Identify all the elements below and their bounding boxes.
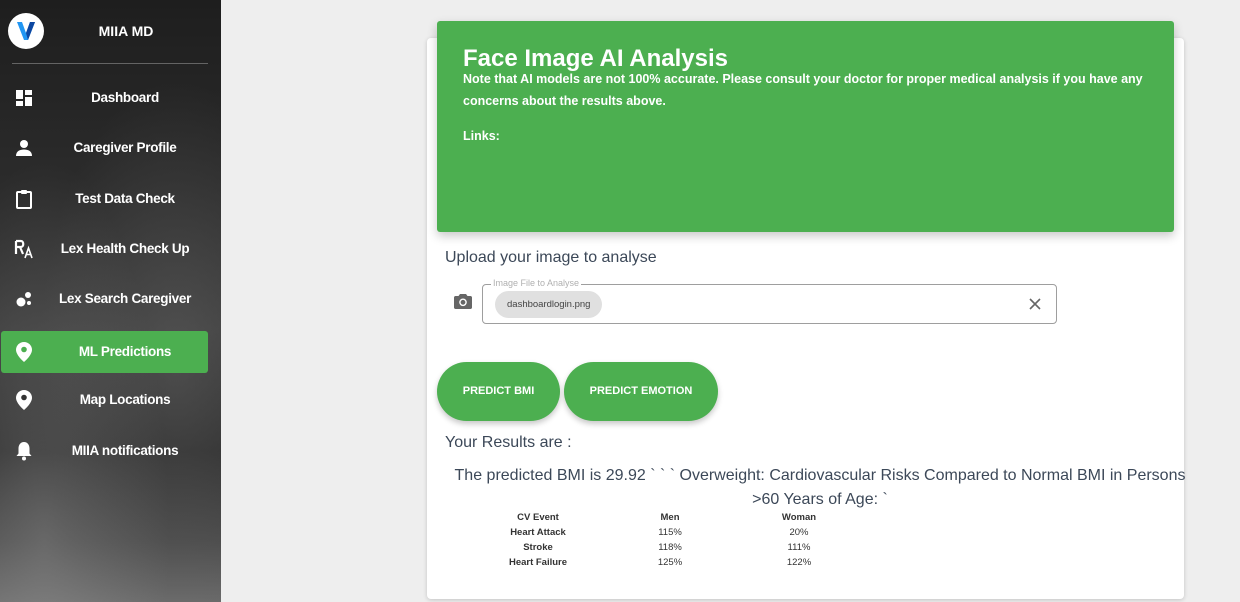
- file-field-label: Image File to Analyse: [491, 278, 582, 288]
- sidebar-item-lex-search-caregiver[interactable]: Lex Search Caregiver: [1, 278, 208, 320]
- sidebar-item-label: Dashboard: [91, 90, 159, 105]
- location-pin-icon: [13, 390, 35, 410]
- table-cell: 122%: [786, 557, 812, 568]
- table-cell: 20%: [789, 527, 809, 538]
- bell-icon: [13, 441, 35, 461]
- logo[interactable]: [8, 13, 44, 49]
- person-icon: [13, 138, 35, 158]
- sidebar: MIIA MD Dashboard Caregiver Profile Test…: [0, 0, 221, 602]
- disclaimer-text: Note that AI models are not 100% accurat…: [463, 72, 1143, 108]
- sidebar-item-caregiver-profile[interactable]: Caregiver Profile: [1, 127, 208, 169]
- results-title: Your Results are :: [445, 434, 572, 451]
- sidebar-item-label: ML Predictions: [78, 344, 172, 359]
- table-cell: Heart Attack: [510, 527, 566, 538]
- table-cell: 118%: [658, 542, 682, 553]
- sidebar-item-label: Test Data Check: [75, 191, 175, 206]
- clipboard-icon: [13, 189, 35, 209]
- links-label: Links:: [463, 129, 500, 143]
- location-pin-icon: [13, 342, 35, 362]
- sidebar-item-ml-predictions[interactable]: ML Predictions: [1, 331, 208, 373]
- bubble-chart-icon: [13, 289, 35, 309]
- brand-divider: [12, 63, 208, 64]
- sidebar-item-map-locations[interactable]: Map Locations: [1, 379, 208, 421]
- close-icon[interactable]: [1028, 297, 1042, 311]
- column-header: CV Event: [517, 512, 559, 523]
- dashboard-icon: [13, 88, 35, 108]
- sidebar-item-dashboard[interactable]: Dashboard: [1, 77, 208, 119]
- v-logo-icon: [17, 22, 35, 40]
- table-row: Heart Failure 125% 122%: [490, 555, 824, 570]
- table-cell: Heart Failure: [508, 557, 568, 568]
- sidebar-item-miia-notifications[interactable]: MIIA notifications: [1, 430, 208, 472]
- sidebar-item-label: Lex Health Check Up: [60, 241, 190, 256]
- table-cell: Stroke: [523, 542, 553, 553]
- sidebar-item-label: Lex Search Caregiver: [58, 291, 192, 306]
- brand-name[interactable]: MIIA MD: [60, 23, 192, 39]
- brand: MIIA MD: [0, 0, 221, 64]
- upload-title: Upload your image to analyse: [445, 249, 657, 266]
- card-header: Face Image AI Analysis Note that AI mode…: [437, 21, 1174, 232]
- table-cell: 125%: [657, 557, 683, 568]
- predict-bmi-button[interactable]: PREDICT BMI: [437, 362, 560, 421]
- table-row: Heart Attack 115% 20%: [490, 525, 824, 540]
- image-file-field[interactable]: Image File to Analyse dashboardlogin.png: [482, 278, 1057, 324]
- predict-emotion-button[interactable]: PREDICT EMOTION: [564, 362, 718, 421]
- bmi-result-text: The predicted BMI is 29.92 ` ` ` Overwei…: [454, 467, 1186, 508]
- text-format-icon: [13, 239, 35, 259]
- sidebar-item-label: Map Locations: [79, 392, 171, 407]
- file-chip[interactable]: dashboardlogin.png: [495, 291, 603, 318]
- table-cell: 111%: [787, 542, 811, 553]
- sidebar-item-label: Caregiver Profile: [73, 140, 177, 155]
- table-row: Stroke 118% 111%: [490, 540, 824, 555]
- sidebar-item-label: MIIA notifications: [71, 443, 179, 458]
- sidebar-item-test-data-check[interactable]: Test Data Check: [1, 178, 208, 220]
- column-header: Woman: [781, 512, 817, 523]
- table-cell: 115%: [658, 527, 682, 538]
- table-header-row: CV Event Men Woman: [490, 510, 824, 525]
- sidebar-item-lex-health-check-up[interactable]: Lex Health Check Up: [1, 228, 208, 270]
- camera-icon[interactable]: [454, 293, 472, 309]
- cv-risk-table: CV Event Men Woman Heart Attack 115% 20%…: [490, 510, 824, 570]
- column-header: Men: [660, 512, 680, 523]
